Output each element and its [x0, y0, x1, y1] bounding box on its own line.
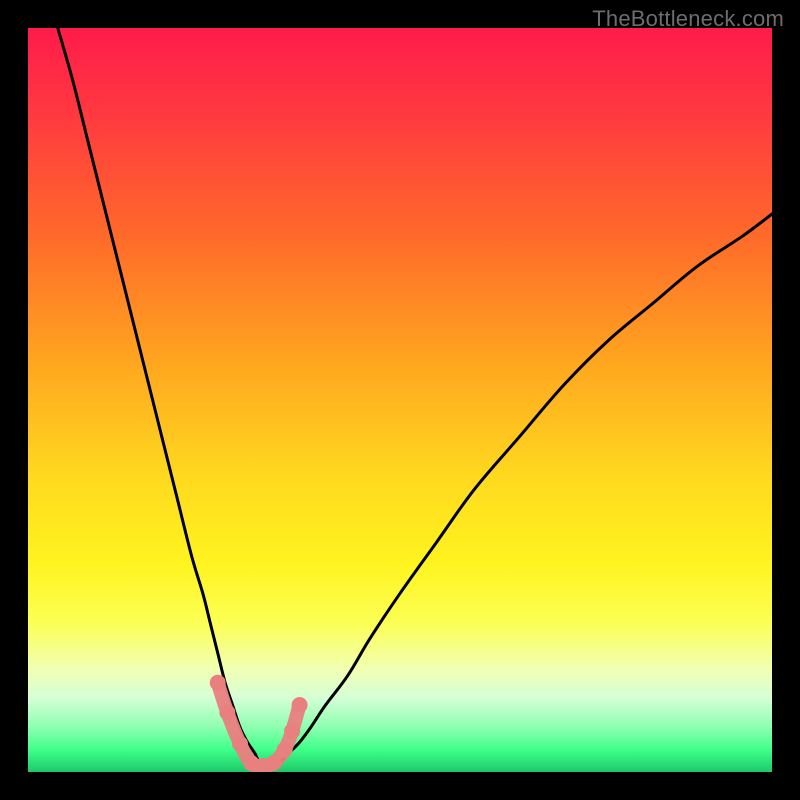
plot-area	[28, 28, 772, 772]
valley-marker-dot	[284, 723, 300, 739]
valley-marker-dot	[277, 742, 293, 758]
valley-marker-dot	[266, 755, 282, 771]
curve-right-branch	[274, 214, 772, 766]
valley-markers	[210, 675, 308, 772]
valley-marker-dot	[219, 704, 235, 720]
chart-frame: TheBottleneck.com	[0, 0, 800, 800]
valley-marker-dot	[210, 675, 226, 691]
valley-marker-dot	[292, 697, 308, 713]
watermark-text: TheBottleneck.com	[592, 6, 784, 32]
curve-left-branch	[58, 28, 266, 766]
curve-layer	[28, 28, 772, 772]
valley-marker-dot	[232, 736, 248, 752]
